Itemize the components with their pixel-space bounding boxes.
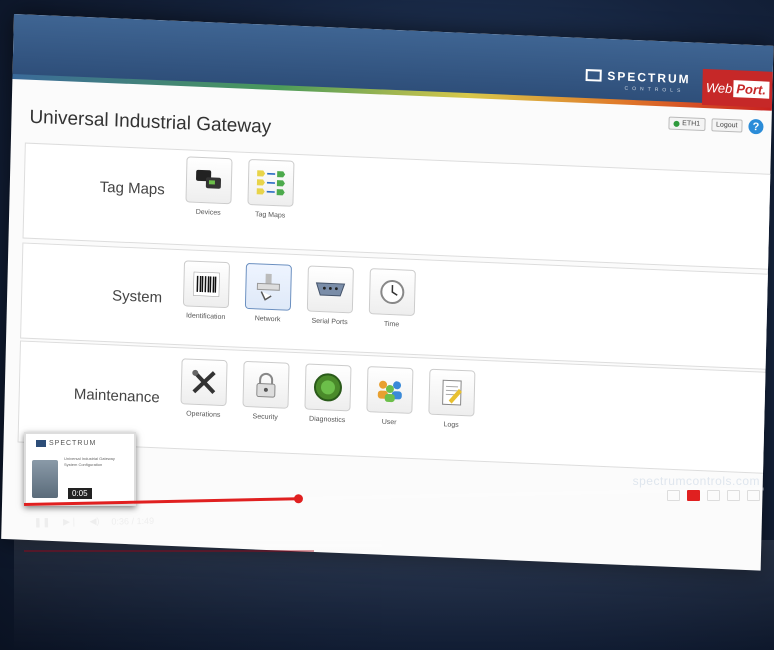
spectrum-logo-icon (585, 68, 602, 82)
tile-time[interactable]: Time (367, 268, 416, 329)
tile-tag-maps[interactable]: Tag Maps (246, 158, 295, 220)
eth-status[interactable]: ETH1 (668, 116, 706, 132)
volume-icon[interactable]: ◀) (89, 516, 99, 527)
tile-operations[interactable]: Operations (179, 358, 228, 419)
tile-label: Tag Maps (254, 211, 286, 220)
thumb-brand: SPECTRUM (36, 440, 96, 447)
settings-icon[interactable] (687, 490, 700, 501)
tag-maps-icon (247, 158, 295, 207)
preview-thumbnail: SPECTRUM Universal Industrial Gateway Sy… (24, 432, 136, 506)
thumb-time: 0:05 (68, 488, 92, 499)
section-label: Maintenance (73, 385, 160, 407)
utility-bar: ETH1 Logout ? (668, 115, 764, 135)
eth-label: ETH1 (682, 120, 701, 128)
theater-icon[interactable] (727, 490, 740, 501)
video-player: SPECTRUM Universal Industrial Gateway Sy… (22, 430, 774, 545)
tile-label: Operations (186, 410, 221, 419)
devices-icon (185, 156, 233, 205)
tile-label: Serial Ports (311, 317, 348, 327)
captions-icon[interactable] (667, 490, 680, 501)
section-label: Tag Maps (99, 178, 165, 199)
logs-icon (428, 368, 476, 417)
clock-icon (368, 268, 416, 317)
fullscreen-icon[interactable] (747, 490, 760, 501)
logout-button[interactable]: Logout (710, 118, 743, 133)
tile-diagnostics[interactable]: Diagnostics (303, 363, 352, 424)
next-icon[interactable]: ▶❘ (63, 516, 78, 527)
pause-icon[interactable]: ❚❚ (34, 517, 51, 528)
time-display: 0:36 / 1:49 (111, 515, 155, 527)
tile-label: Diagnostics (309, 415, 346, 425)
tile-user[interactable]: User (365, 366, 414, 427)
video-frame: SPECTRUM CONTROLS Web Port. ETH1 Logout ?… (0, 0, 774, 650)
thumb-text: Universal Industrial Gateway System Conf… (64, 456, 115, 467)
serial-port-icon (306, 265, 354, 314)
diagnostics-icon (304, 363, 352, 412)
section-label: System (111, 287, 163, 307)
tile-label: User (381, 418, 397, 427)
player-controls: ❚❚ ▶❘ ◀) 0:36 / 1:49 (34, 515, 154, 529)
tile-network[interactable]: Network (244, 262, 293, 324)
miniplayer-icon[interactable] (707, 490, 720, 501)
webport-logo: Web Port. (701, 68, 773, 108)
tile-serial-ports[interactable]: Serial Ports (306, 265, 355, 326)
thumb-brand-text: SPECTRUM (49, 440, 97, 447)
tile-label: Security (252, 413, 278, 422)
status-dot-icon (673, 120, 680, 127)
spectrum-logo-icon (36, 440, 46, 447)
tile-devices[interactable]: Devices (184, 156, 233, 217)
reflection-progress (24, 550, 314, 552)
tile-logs[interactable]: Logs (427, 368, 476, 430)
network-icon (244, 262, 292, 311)
users-icon (366, 366, 414, 414)
scrubber-handle[interactable] (293, 494, 303, 504)
lock-icon (242, 360, 290, 409)
tile-label: Devices (195, 208, 221, 217)
reflection (14, 540, 774, 650)
tile-identification[interactable]: Identification (182, 260, 231, 321)
webport-prefix: Web (705, 79, 733, 96)
header-bar (12, 14, 774, 110)
device-image (32, 460, 58, 498)
page-title: Universal Industrial Gateway (29, 106, 272, 138)
help-icon[interactable]: ? (748, 118, 764, 135)
watermark: spectrumcontrols.com (632, 474, 760, 488)
tile-label: Identification (185, 312, 226, 322)
tile-label: Time (383, 320, 400, 329)
tools-icon (180, 358, 228, 407)
tile-label: Network (254, 315, 281, 324)
tile-label: Logs (443, 421, 459, 429)
player-right-controls (667, 490, 760, 501)
tile-security[interactable]: Security (241, 360, 290, 422)
barcode-icon (182, 260, 230, 309)
webport-suffix: Port. (733, 79, 770, 99)
